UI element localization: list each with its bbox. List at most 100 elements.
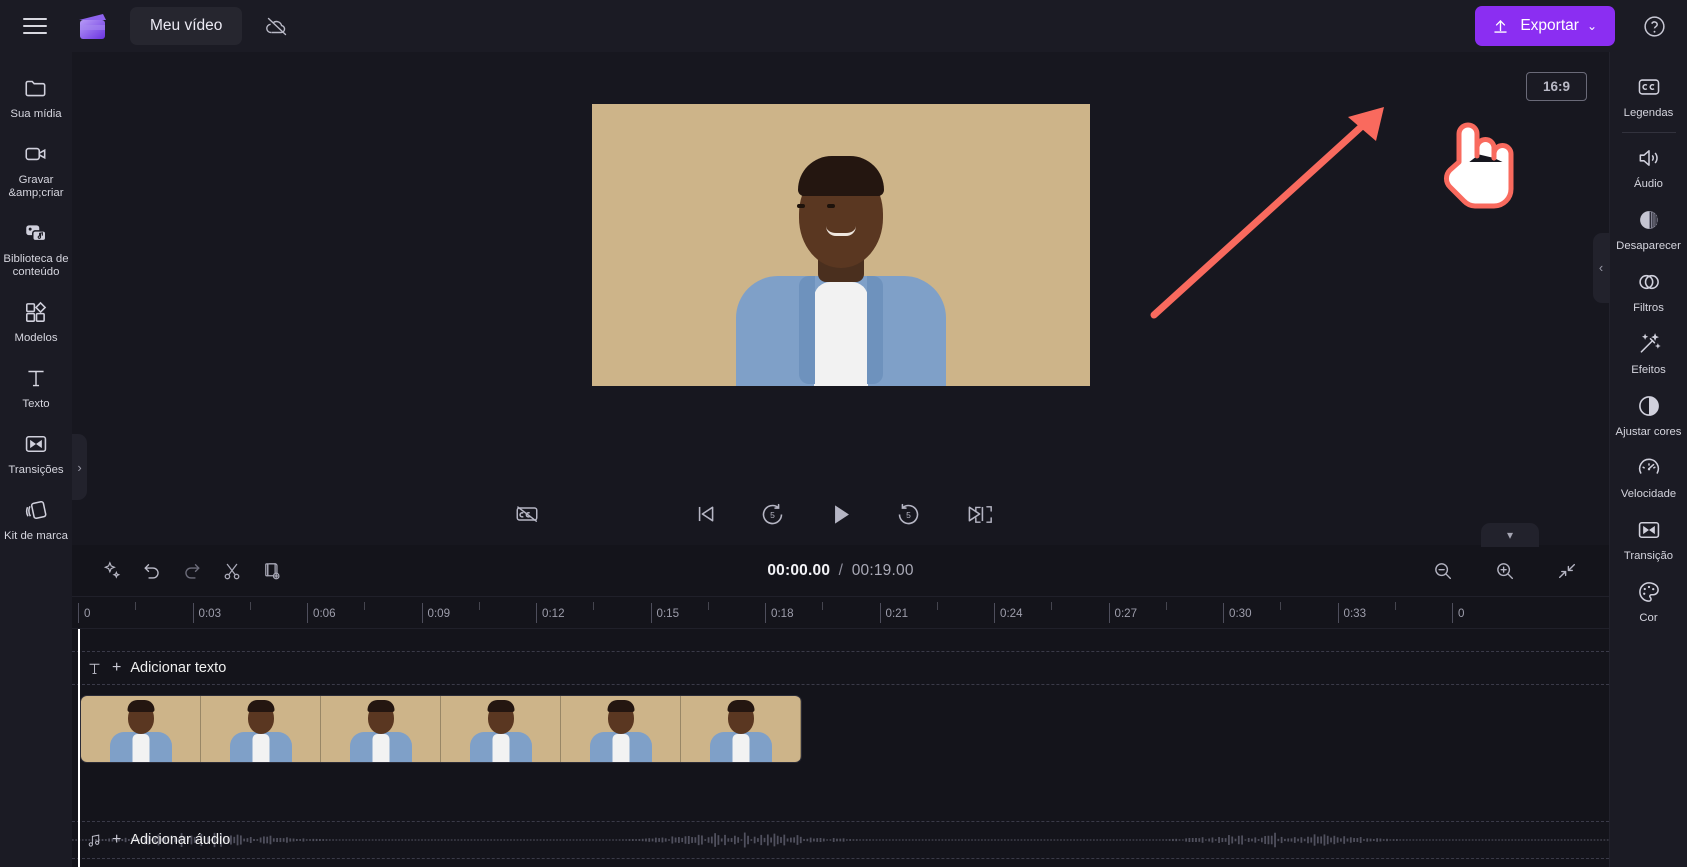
svg-text:5: 5 <box>906 510 911 520</box>
clip-thumbnail <box>321 696 441 762</box>
preview-frame-image <box>591 103 1090 386</box>
undo-button[interactable] <box>132 552 172 590</box>
editor-body: Sua mídia Gravar &amp;criar Biblioteca d… <box>0 52 1687 867</box>
property-item-label: Filtros <box>1633 302 1664 314</box>
property-item-velocidade[interactable]: Velocidade <box>1610 445 1687 507</box>
project-name-input[interactable]: Meu vídeo <box>130 7 243 45</box>
play-button[interactable] <box>818 492 864 536</box>
cloud-off-button[interactable] <box>258 7 296 45</box>
property-item-label: Desaparecer <box>1616 240 1681 252</box>
text-t-icon <box>28 370 44 387</box>
property-item-label: Áudio <box>1634 178 1663 190</box>
clip-thumbnail <box>201 696 321 762</box>
property-item-audio[interactable]: Áudio <box>1610 135 1687 197</box>
top-bar: Meu vídeo Exportar ⌄ <box>0 0 1687 52</box>
auto-compose-button[interactable] <box>92 552 132 590</box>
ruler-tick-label: 0:15 <box>656 607 680 620</box>
help-button[interactable] <box>1637 9 1671 43</box>
ruler-tick-label: 0:33 <box>1343 607 1367 620</box>
forward-5-button[interactable]: 5 <box>886 492 932 536</box>
sidebar-item-gravar-criar[interactable]: Gravar &amp;criar <box>0 132 72 207</box>
sidebar-item-label: Kit de marca <box>4 530 68 542</box>
property-item-transicao[interactable]: Transição <box>1610 507 1687 569</box>
property-item-label: Legendas <box>1623 107 1674 119</box>
folder-icon <box>25 80 46 97</box>
ruler-tick-label: 0:24 <box>1000 607 1023 620</box>
video-clip[interactable] <box>80 695 802 763</box>
property-item-efeitos[interactable]: Efeitos <box>1610 321 1687 383</box>
content-library-icon <box>26 225 47 242</box>
fullscreen-button[interactable] <box>960 492 1006 536</box>
property-item-label: Cor <box>1639 612 1658 624</box>
video-preview[interactable] <box>591 103 1090 386</box>
right-sidebar: Legendas Áudio Desaparecer Filtros Efeit… <box>1609 52 1687 867</box>
sidebar-item-texto[interactable]: Texto <box>0 356 72 418</box>
duplicate-icon <box>265 562 280 579</box>
sidebar-item-sua-midia[interactable]: Sua mídia <box>0 66 72 128</box>
timeline-ruler[interactable]: 0 0:03 0:06 0:09 0:12 0:15 0:18 0:21 0:24 0:27 0:3… <box>72 597 1609 629</box>
add-audio-label: Adicionar áudio <box>130 832 231 848</box>
sidebar-item-label: Texto <box>22 398 50 410</box>
captions-toggle-button[interactable] <box>504 492 550 536</box>
duplicate-button[interactable] <box>252 552 292 590</box>
playhead[interactable] <box>78 629 80 867</box>
video-camera-icon <box>25 147 46 161</box>
property-item-ajustar-cores[interactable]: Ajustar cores <box>1610 383 1687 445</box>
redo-button[interactable] <box>172 552 212 590</box>
rewind-5-button[interactable]: 5 <box>750 492 796 536</box>
aspect-ratio-button[interactable]: 16:9 <box>1525 72 1587 101</box>
palette-icon <box>1638 582 1659 602</box>
svg-text:5: 5 <box>770 510 775 520</box>
clip-thumbnail <box>561 696 681 762</box>
templates-icon <box>26 301 47 322</box>
export-button[interactable]: Exportar ⌄ <box>1475 6 1615 46</box>
sidebar-item-biblioteca-de-conteudo[interactable]: Biblioteca de conteúdo <box>0 211 72 286</box>
redo-icon <box>185 563 200 579</box>
scissors-icon <box>224 563 240 579</box>
cc-icon <box>1638 79 1659 95</box>
sidebar-item-kit-de-marca[interactable]: Kit de marca <box>0 488 72 550</box>
player-controls: 5 5 <box>72 483 1609 545</box>
music-note-icon <box>88 834 100 847</box>
zoom-in-button[interactable] <box>1485 552 1525 590</box>
clip-thumbnail <box>441 696 561 762</box>
add-audio-track[interactable]: + Adicionar áudio <box>72 821 1609 859</box>
skip-to-start-button[interactable] <box>682 492 728 536</box>
zoom-out-button[interactable] <box>1423 552 1463 590</box>
hamburger-menu-button[interactable] <box>16 7 54 45</box>
zoom-out-icon <box>1435 562 1452 579</box>
sidebar-item-transicoes[interactable]: Transições <box>0 422 72 484</box>
fit-to-screen-button[interactable] <box>1547 552 1587 590</box>
collapse-timeline-button[interactable]: ▾ <box>1481 523 1539 547</box>
sidebar-item-label: Biblioteca de conteúdo <box>3 253 69 278</box>
collapse-right-panel-button[interactable]: ‹ <box>1593 232 1609 303</box>
sidebar-item-modelos[interactable]: Modelos <box>0 290 72 352</box>
chevron-left-icon: ‹ <box>1598 260 1604 275</box>
speedometer-icon <box>1638 458 1659 474</box>
property-item-label: Efeitos <box>1631 364 1666 376</box>
ruler-tick-label: 0:30 <box>1229 607 1252 620</box>
property-item-cor[interactable]: Cor <box>1610 569 1687 631</box>
property-item-legendas[interactable]: Legendas <box>1610 64 1687 126</box>
property-item-label: Velocidade <box>1620 488 1677 500</box>
add-text-track[interactable]: + Adicionar texto <box>72 651 1609 685</box>
ruler-tick-label: 0 <box>84 607 91 620</box>
property-item-filtros[interactable]: Filtros <box>1610 259 1687 321</box>
current-time: 00:00.00 <box>767 561 831 579</box>
ruler-tick-label: 0:12 <box>542 607 565 620</box>
ruler-tick-label: 0 <box>1458 607 1465 620</box>
timeline-zoom-controls <box>1423 552 1587 590</box>
play-icon <box>835 504 849 524</box>
property-item-desaparecer[interactable]: Desaparecer <box>1610 197 1687 259</box>
speaker-icon <box>1639 150 1658 166</box>
expand-left-panel-button[interactable]: › <box>72 434 87 500</box>
split-button[interactable] <box>212 552 252 590</box>
center-column: 16:9 ‹ 5 5 ▾ 00:00.00 / 00:19.00 0 0:03 … <box>72 52 1609 867</box>
sidebar-item-label: Modelos <box>14 332 58 344</box>
clapperboard-logo <box>72 7 116 45</box>
clip-thumbnail <box>81 696 201 762</box>
add-text-label: Adicionar texto <box>130 660 227 676</box>
captions-off-icon <box>516 506 538 522</box>
ruler-tick-label: 0:27 <box>1114 607 1138 620</box>
ruler-tick-label: 0:21 <box>885 607 909 620</box>
